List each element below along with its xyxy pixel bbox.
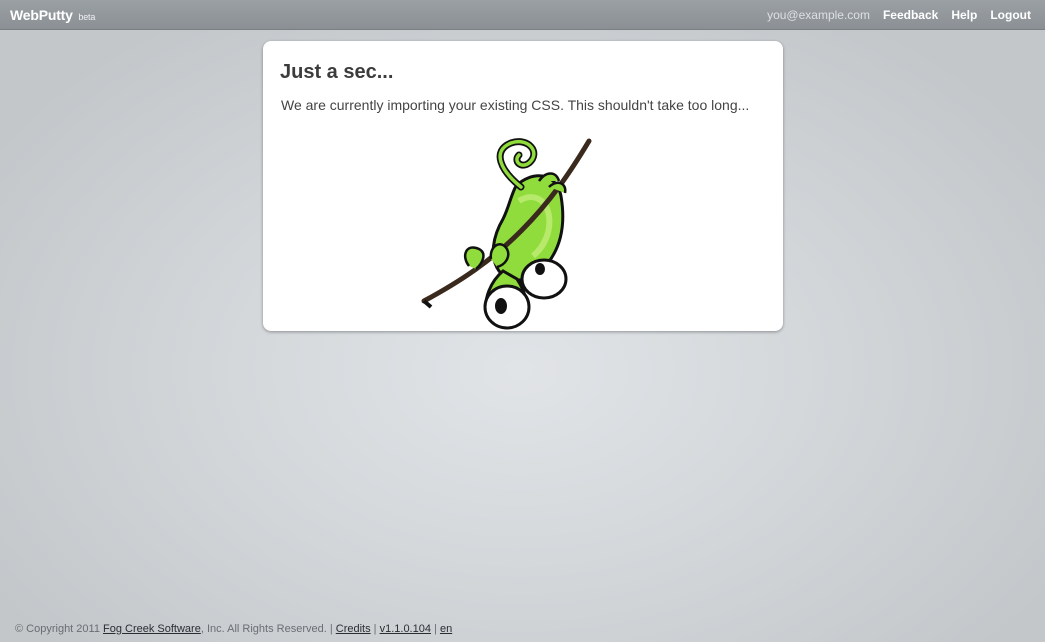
import-status-panel: Just a sec... We are currently importing…	[263, 41, 783, 331]
language-link[interactable]: en	[440, 623, 452, 635]
beta-badge: beta	[78, 12, 96, 22]
rights-text: , Inc. All Rights Reserved. |	[200, 623, 333, 635]
top-navigation-bar: WebPutty beta you@example.com Feedback H…	[0, 0, 1045, 30]
help-link[interactable]: Help	[951, 8, 977, 22]
brand-name: WebPutty	[10, 7, 73, 23]
user-email: you@example.com	[767, 8, 870, 22]
company-link[interactable]: Fog Creek Software	[103, 623, 201, 635]
version-link[interactable]: v1.1.0.104	[380, 623, 431, 635]
logout-link[interactable]: Logout	[990, 8, 1031, 22]
user-nav: you@example.com Feedback Help Logout	[767, 8, 1031, 22]
footer-separator: |	[434, 623, 437, 635]
page-title: Just a sec...	[280, 61, 394, 83]
footer-separator: |	[373, 623, 377, 635]
feedback-link[interactable]: Feedback	[883, 8, 938, 22]
chameleon-on-branch-icon	[421, 138, 592, 330]
brand-logo[interactable]: WebPutty beta	[10, 7, 95, 23]
copyright-text: © Copyright 2011	[15, 623, 100, 635]
import-message: We are currently importing your existing…	[281, 97, 750, 113]
footer: © Copyright 2011 Fog Creek Software, Inc…	[15, 623, 452, 635]
credits-link[interactable]: Credits	[336, 623, 371, 635]
